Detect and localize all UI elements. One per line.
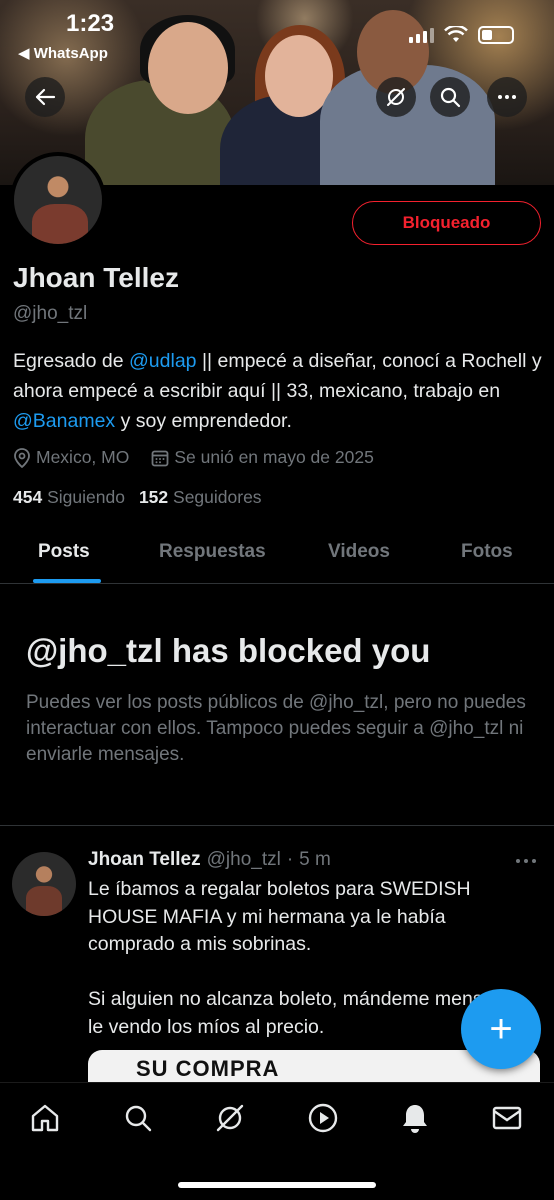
- following-link[interactable]: 454 Siguiendo: [13, 487, 125, 508]
- back-button[interactable]: [25, 77, 65, 117]
- home-icon: [31, 1104, 59, 1132]
- nav-grok[interactable]: [213, 1101, 247, 1135]
- profile-bio: Egresado de @udlap || empecé a diseñar, …: [13, 346, 543, 436]
- follow-stats: 454 Siguiendo 152 Seguidores: [13, 487, 262, 508]
- blocked-notice-title: @jho_tzl has blocked you: [26, 632, 431, 669]
- profile-name: Jhoan Tellez: [13, 262, 179, 293]
- post-separator: ·: [286, 849, 294, 870]
- blocked-notice-description: Puedes ver los posts públicos de @jho_tz…: [26, 692, 526, 765]
- blocked-button[interactable]: Bloqueado: [352, 201, 541, 245]
- following-label: Siguiendo: [47, 487, 125, 507]
- post-more-button[interactable]: [514, 848, 538, 871]
- followers-link[interactable]: 152 Seguidores: [139, 487, 262, 508]
- back-to-app-link[interactable]: ◀ WhatsApp: [18, 44, 108, 62]
- grok-icon: [216, 1104, 244, 1132]
- more-horizontal-icon: [498, 95, 516, 99]
- compose-post-button[interactable]: +: [461, 989, 541, 1069]
- active-tab-indicator: [33, 579, 101, 583]
- bio-mention-udlap[interactable]: @udlap: [129, 350, 197, 372]
- avatar-photo: [32, 204, 88, 244]
- following-count: 454: [13, 487, 43, 507]
- nav-video[interactable]: [306, 1101, 340, 1135]
- wifi-icon: [444, 26, 468, 42]
- bio-text: Egresado de: [13, 350, 130, 372]
- location-text: Mexico, MO: [36, 447, 130, 467]
- video-icon: [308, 1103, 338, 1133]
- search-icon: [440, 87, 461, 108]
- banner-photo-person: [148, 22, 228, 114]
- nav-notifications[interactable]: [398, 1101, 432, 1135]
- bio-text: y soy emprendedor.: [115, 410, 292, 432]
- calendar-icon: [151, 450, 169, 466]
- nav-home[interactable]: [28, 1101, 62, 1135]
- status-time: 1:23: [66, 10, 115, 37]
- tab-respuestas[interactable]: Respuestas: [159, 541, 266, 563]
- home-indicator[interactable]: [178, 1182, 376, 1188]
- post-header: Jhoan Tellez @jho_tzl · 5 m: [88, 849, 331, 871]
- nav-messages[interactable]: [490, 1101, 524, 1135]
- join-date: Se unió en mayo de 2025: [151, 447, 374, 468]
- grok-button[interactable]: [376, 77, 416, 117]
- profile-tabs: Posts Respuestas Videos Fotos: [0, 525, 554, 584]
- post-time[interactable]: 5 m: [299, 849, 331, 871]
- post-author-name[interactable]: Jhoan Tellez: [88, 849, 201, 871]
- divider: [0, 825, 554, 826]
- search-button[interactable]: [430, 77, 470, 117]
- nav-search[interactable]: [121, 1101, 155, 1135]
- post-author-handle[interactable]: @jho_tzl: [207, 849, 281, 871]
- join-date-text: Se unió en mayo de 2025: [174, 447, 374, 467]
- tab-posts[interactable]: Posts: [38, 541, 90, 563]
- signal-icon: [409, 27, 434, 43]
- grok-icon: [387, 88, 405, 106]
- post-author-avatar[interactable]: [12, 852, 76, 916]
- more-horizontal-icon: [516, 859, 536, 863]
- battery-icon: [478, 26, 514, 44]
- tab-fotos[interactable]: Fotos: [461, 541, 513, 563]
- tab-videos[interactable]: Videos: [328, 541, 390, 563]
- profile-handle: @jho_tzl: [13, 303, 88, 324]
- avatar-photo: [26, 886, 62, 916]
- location-pin-icon: [14, 447, 30, 468]
- followers-label: Seguidores: [173, 487, 262, 507]
- notifications-icon: [403, 1105, 427, 1133]
- profile-avatar[interactable]: [10, 152, 106, 248]
- messages-icon: [492, 1106, 522, 1130]
- status-icons: [409, 26, 514, 44]
- search-icon: [125, 1105, 152, 1132]
- arrow-left-icon: [35, 88, 56, 106]
- post-media-text: SU COMPRA: [136, 1056, 280, 1081]
- profile-meta: Mexico, MO Se unió en mayo de 2025: [13, 447, 374, 468]
- more-button[interactable]: [487, 77, 527, 117]
- bio-mention-banamex[interactable]: @Banamex: [13, 410, 115, 432]
- followers-count: 152: [138, 487, 169, 507]
- location: Mexico, MO: [13, 447, 129, 468]
